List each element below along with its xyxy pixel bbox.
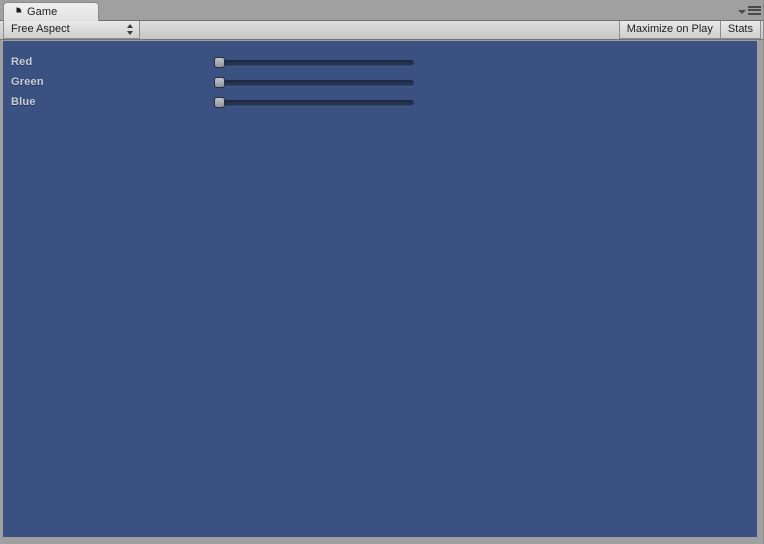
slider-green[interactable] (214, 77, 414, 88)
tab-game[interactable]: Game (3, 2, 99, 21)
slider-track[interactable] (214, 80, 414, 86)
window-frame-left (0, 40, 3, 544)
hamburger-menu-icon[interactable] (748, 5, 761, 15)
window-frame-bottom (0, 537, 764, 544)
aspect-ratio-value: Free Aspect (11, 23, 70, 35)
slider-label-red: Red (11, 56, 33, 68)
tab-game-label: Game (27, 5, 58, 18)
chevron-down-icon[interactable] (738, 9, 746, 14)
slider-blue[interactable] (214, 97, 414, 108)
slider-red[interactable] (214, 57, 414, 68)
slider-thumb[interactable] (214, 57, 225, 68)
game-render-surface[interactable]: Red Green Blue (3, 41, 757, 537)
window-menu-group[interactable] (738, 4, 761, 16)
slider-thumb[interactable] (214, 97, 225, 108)
slider-label-blue: Blue (11, 96, 36, 108)
slider-track[interactable] (214, 60, 414, 66)
slider-label-green: Green (11, 76, 44, 88)
tab-bar: Game (0, 0, 764, 21)
ongui-overlay: Red Green Blue (3, 41, 757, 537)
slider-row: Red (3, 52, 757, 72)
stats-button[interactable]: Stats (720, 21, 761, 39)
aspect-ratio-dropdown[interactable]: Free Aspect (3, 21, 140, 39)
maximize-on-play-label: Maximize on Play (626, 23, 713, 35)
game-view-toolbar: Free Aspect Maximize on Play Stats (0, 21, 764, 40)
slider-row: Blue (3, 92, 757, 112)
game-view-icon (11, 7, 22, 17)
up-down-arrows-icon (126, 24, 133, 35)
slider-track[interactable] (214, 100, 414, 106)
slider-row: Green (3, 72, 757, 92)
unity-editor-window: Game Free Aspect Maximize on Play Stats (0, 0, 764, 544)
maximize-on-play-button[interactable]: Maximize on Play (618, 21, 721, 39)
stats-label: Stats (727, 23, 753, 35)
slider-thumb[interactable] (214, 77, 225, 88)
